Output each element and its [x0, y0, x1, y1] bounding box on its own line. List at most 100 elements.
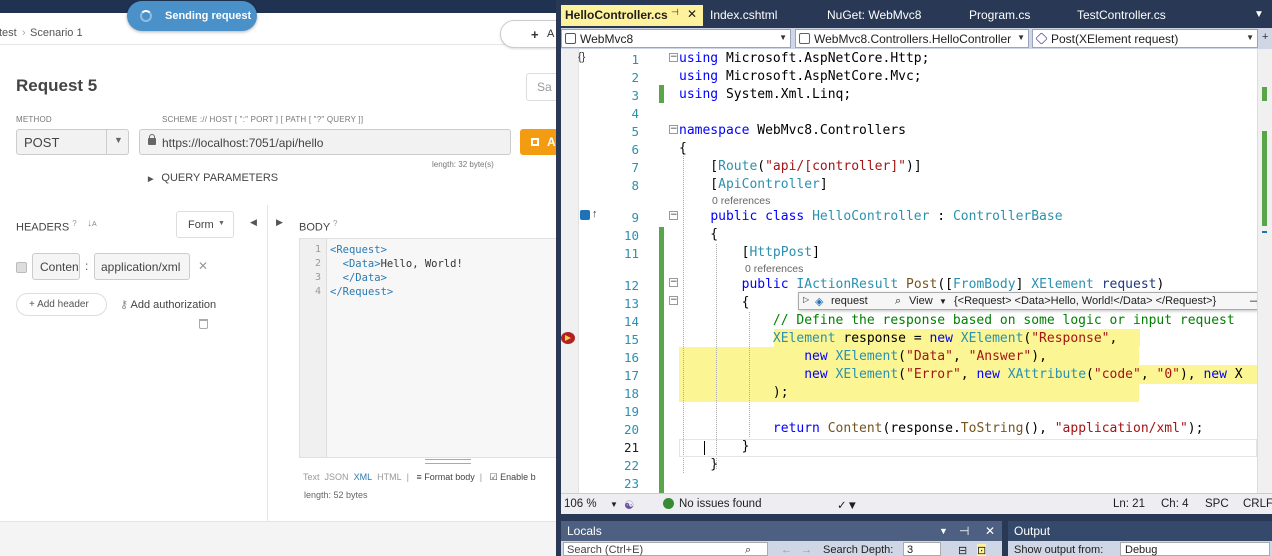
tab-nuget[interactable]: NuGet: WebMvc8: [823, 5, 963, 26]
query-parameters-toggle[interactable]: ▶ QUERY PARAMETERS: [148, 172, 278, 184]
code-line: [HttpPost]: [679, 245, 820, 260]
copilot-icon[interactable]: ☯: [624, 498, 634, 512]
header-enabled-checkbox[interactable]: [16, 262, 27, 273]
method-select[interactable]: POST ▼: [16, 129, 129, 155]
collapse-left-icon[interactable]: ◀: [250, 217, 257, 228]
tab-program[interactable]: Program.cs: [965, 5, 1070, 26]
back-arrow-icon[interactable]: ←: [781, 544, 792, 556]
lock-icon: [148, 134, 156, 145]
class-icon: [799, 33, 810, 44]
tab-index-cshtml[interactable]: Index.cshtml: [706, 5, 821, 26]
line-number: 2: [315, 258, 322, 269]
issues-status[interactable]: No issues found: [679, 498, 761, 510]
chevron-down-icon: ▼: [114, 135, 123, 145]
sort-icon[interactable]: ↓A: [87, 218, 97, 229]
code-line: public IActionResult Post([FromBody] XEl…: [741, 277, 1165, 292]
body-editor[interactable]: 1 2 3 4 <Request> <Data>Hello, World! </…: [299, 238, 556, 458]
pin-icon[interactable]: ⊣: [959, 524, 969, 538]
add-authorization-button[interactable]: ⚷ Add authorization: [120, 298, 216, 311]
format-json-option[interactable]: JSON: [325, 472, 349, 482]
tab-hello-controller[interactable]: HelloController.cs ⊣ ✕: [561, 5, 703, 26]
url-value: https://localhost:7051/api/hello: [162, 136, 324, 150]
editor-resize-handle[interactable]: [425, 459, 471, 464]
help-icon[interactable]: ?: [72, 219, 76, 228]
search-icon[interactable]: ⌕: [745, 544, 751, 556]
forward-arrow-icon[interactable]: →: [801, 544, 812, 556]
breadcrumb-item[interactable]: Scenario 1: [30, 27, 83, 39]
format-text-option[interactable]: Text: [303, 472, 320, 482]
pin-view-icon[interactable]: ⊡: [977, 544, 987, 556]
vertical-scrollbar[interactable]: [1257, 49, 1272, 493]
plus-icon: +: [531, 27, 539, 42]
spinner-icon: [140, 10, 152, 22]
breadcrumb-separator: ›: [22, 27, 26, 39]
format-body-button[interactable]: ≡ Format body: [416, 472, 474, 482]
collapse-right-icon[interactable]: ▶: [276, 217, 283, 228]
code-line: return Content(response.ToString(), "app…: [772, 421, 1204, 436]
toast-text: Sending request: [165, 10, 252, 22]
close-icon[interactable]: ✕: [985, 524, 995, 538]
panel-divider[interactable]: [267, 205, 268, 525]
zoom-level[interactable]: 106 %: [564, 498, 597, 510]
code-editor[interactable]: {} ↑ − − − − − 1 2 3 4 5 6 7 8 9 10 11 1…: [561, 49, 1272, 493]
breakpoint-icon[interactable]: [561, 332, 575, 344]
editor-status-bar: 106 % ▼ ☯ No issues found ✓▼ Ln: 21 Ch: …: [561, 493, 1272, 514]
cleanup-icon[interactable]: ✓▼: [837, 498, 858, 512]
tab-test-controller[interactable]: TestController.cs: [1073, 5, 1203, 26]
tab-overflow-icon[interactable]: ▼: [1254, 9, 1264, 20]
url-input[interactable]: https://localhost:7051/api/hello: [139, 129, 511, 155]
live-share-icon[interactable]: [580, 210, 590, 220]
code-line: new XElement("Data", "Answer"),: [804, 349, 1047, 364]
chevron-down-icon[interactable]: ▼: [610, 500, 618, 509]
pin-icon[interactable]: ⊣: [671, 7, 679, 18]
codelens-references[interactable]: 0 references: [712, 195, 770, 207]
member-name: Post(XElement request): [1051, 32, 1179, 46]
trash-icon[interactable]: [199, 319, 208, 329]
line-endings[interactable]: CRLF: [1243, 498, 1272, 510]
member-combo[interactable]: Post(XElement request) ▼: [1032, 29, 1258, 48]
new-request-button[interactable]: + A: [500, 20, 556, 48]
search-input[interactable]: Sa: [526, 73, 556, 101]
scroll-marker: [1262, 131, 1267, 226]
code-line: using System.Xml.Linq;: [679, 87, 852, 102]
datatip[interactable]: ▷ ◈ request ⌕ View ▼ {<Request> <Data>He…: [798, 292, 1260, 310]
add-header-button[interactable]: + Add header: [16, 293, 107, 316]
line-number: 10: [623, 228, 639, 243]
chevron-down-icon[interactable]: ▼: [939, 526, 948, 536]
class-combo[interactable]: WebMvc8.Controllers.HelloController ▼: [795, 29, 1029, 48]
headers-label: HEADERS ?: [16, 219, 77, 234]
split-icon[interactable]: +: [1262, 31, 1268, 43]
query-parameters-label: QUERY PARAMETERS: [161, 172, 279, 184]
breadcrumb-item[interactable]: test: [0, 27, 17, 39]
close-icon[interactable]: ✕: [687, 7, 697, 21]
help-icon[interactable]: ?: [333, 219, 337, 228]
collapse-toggle[interactable]: −: [669, 211, 678, 220]
header-value-input[interactable]: application/xml: [94, 253, 190, 280]
line-number: 11: [623, 246, 639, 261]
whitespace-mode[interactable]: SPC: [1205, 498, 1229, 510]
change-bar: [659, 85, 664, 103]
filter-icon[interactable]: ⊟: [958, 544, 967, 556]
chevron-down-icon[interactable]: ▼: [939, 297, 947, 306]
codelens-references[interactable]: 0 references: [745, 263, 803, 275]
datatip-view[interactable]: View: [909, 295, 933, 307]
tab-label: TestController.cs: [1077, 8, 1166, 22]
collapse-toggle[interactable]: −: [669, 125, 678, 134]
project-combo[interactable]: WebMvc8 ▼: [561, 29, 791, 48]
collapse-toggle[interactable]: −: [669, 53, 678, 62]
format-xml-option[interactable]: XML: [354, 472, 373, 482]
chevron-down-icon: ▼: [1246, 33, 1254, 42]
delete-header-icon[interactable]: ✕: [198, 259, 208, 273]
header-name-input[interactable]: Content-Type: [32, 253, 80, 280]
breakpoint-settings-icon[interactable]: {}: [578, 51, 585, 63]
send-button[interactable]: A: [520, 129, 556, 155]
enable-checkbox[interactable]: ☑ Enable b: [490, 472, 536, 482]
format-html-option[interactable]: HTML: [377, 472, 402, 482]
collapse-toggle[interactable]: −: [669, 278, 678, 287]
form-mode-select[interactable]: Form ▼: [176, 211, 234, 238]
collapse-toggle[interactable]: −: [669, 296, 678, 305]
expand-icon[interactable]: ▷: [803, 295, 809, 304]
app-top-bar: [0, 0, 556, 13]
sending-request-toast: Sending request: [127, 1, 257, 31]
magnifier-icon[interactable]: ⌕: [895, 295, 901, 308]
